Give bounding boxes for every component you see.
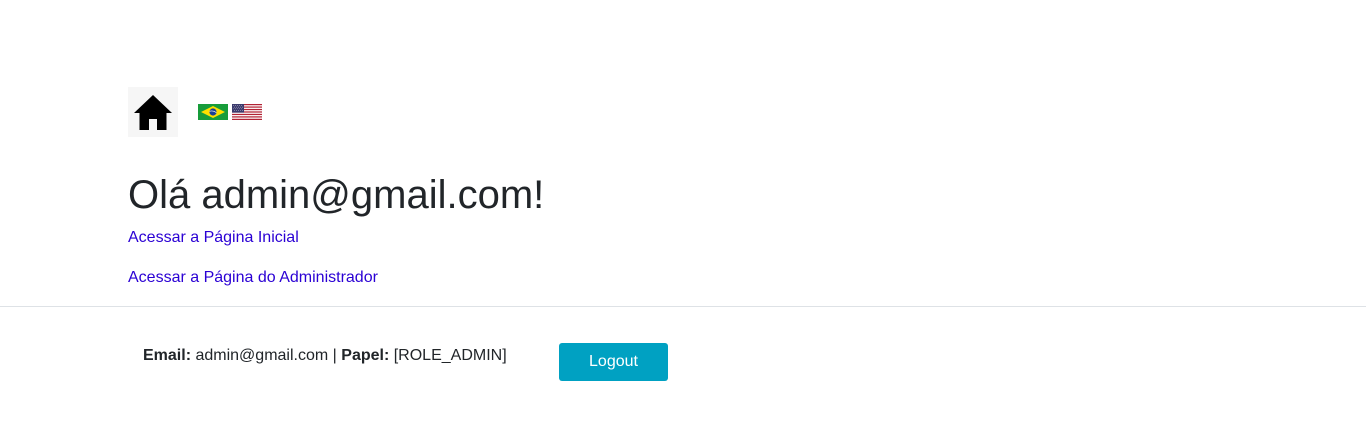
email-value: admin@gmail.com — [195, 347, 329, 364]
brazil-flag-icon[interactable] — [198, 104, 228, 120]
admin-page-link[interactable]: Acessar a Página do Administrador — [128, 266, 378, 290]
logout-button[interactable]: Logout — [559, 343, 668, 381]
home-icon — [134, 95, 172, 130]
email-label: Email: — [143, 347, 192, 364]
page: Olá admin@gmail.com! Acessar a Página In… — [0, 0, 1366, 445]
user-info: Email: admin@gmail.com | Papel: [ROLE_AD… — [143, 344, 507, 368]
role-value: [ROLE_ADMIN] — [393, 347, 507, 364]
usa-flag-icon[interactable] — [232, 104, 262, 120]
divider — [0, 306, 1366, 307]
language-switcher — [198, 104, 262, 120]
top-icon-bar — [128, 87, 262, 137]
page-title: Olá admin@gmail.com! — [128, 173, 545, 217]
info-separator: | — [332, 347, 337, 364]
home-button[interactable] — [128, 87, 178, 137]
role-label: Papel: — [341, 347, 390, 364]
home-page-link[interactable]: Acessar a Página Inicial — [128, 226, 299, 250]
